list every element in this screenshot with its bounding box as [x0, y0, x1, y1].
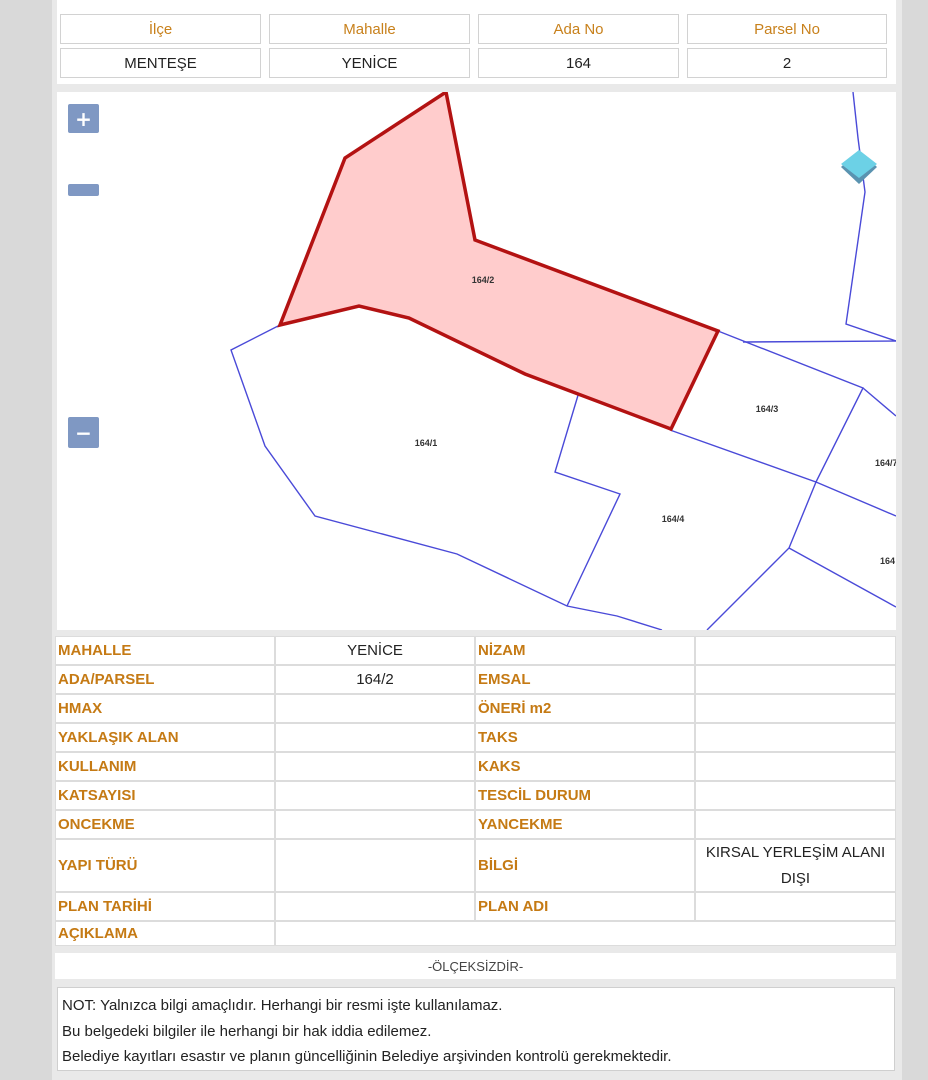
- note-line-3: Belediye kayıtları esastır ve planın gün…: [62, 1048, 672, 1065]
- info-value-right: KIRSAL YERLEŞİM ALANI DIŞI: [695, 839, 896, 892]
- info-value-left: [275, 694, 475, 723]
- info-label-right: YANCEKME: [475, 810, 695, 839]
- info-value-right: [695, 892, 896, 921]
- info-label-left: PLAN TARİHİ: [55, 892, 275, 921]
- info-label-left: YAPI TÜRÜ: [55, 839, 275, 892]
- info-label-right: TAKS: [475, 723, 695, 752]
- value-mahalle: YENİCE: [269, 48, 470, 78]
- scale-note: -ÖLÇEKSİZDİR-: [55, 953, 896, 979]
- info-value-left: [275, 723, 475, 752]
- info-label-left: ONCEKME: [55, 810, 275, 839]
- info-value-right: [695, 752, 896, 781]
- info-value-left: [275, 892, 475, 921]
- value-parsel-no: 2: [687, 48, 887, 78]
- label-164-4: 164/4: [662, 514, 685, 524]
- info-label-right: BİLGİ: [475, 839, 695, 892]
- info-label-left: ADA/PARSEL: [55, 665, 275, 694]
- map-canvas: 164/2 164/1 164/3 164/4 164/7 164: [230, 92, 896, 630]
- info-value-left: 164/2: [275, 665, 475, 694]
- info-value-left: [275, 839, 475, 892]
- info-value-right: [695, 723, 896, 752]
- value-ilce: MENTEŞE: [60, 48, 261, 78]
- label-164-7: 164/7: [875, 458, 896, 468]
- info-value-right: [695, 781, 896, 810]
- note-line-1: NOT: Yalnızca bilgi amaçlıdır. Herhangi …: [62, 997, 503, 1014]
- header-parsel-no: Parsel No: [687, 14, 887, 44]
- zoom-out-button[interactable]: −: [68, 417, 99, 448]
- zoom-in-button[interactable]: +: [68, 104, 99, 133]
- parcel-164-4-left-edge: [554, 391, 621, 607]
- label-164-x: 164: [880, 556, 895, 566]
- info-label-aciklama: AÇIKLAMA: [55, 921, 275, 946]
- parcel-north-east-edge: [845, 92, 896, 342]
- info-label-left: HMAX: [55, 694, 275, 723]
- header-ilce: İlçe: [60, 14, 261, 44]
- header-ada-no: Ada No: [478, 14, 679, 44]
- info-label-right: NİZAM: [475, 636, 695, 665]
- label-164-1: 164/1: [415, 438, 438, 448]
- info-value-right: [695, 694, 896, 723]
- parcel-164-3-top-edge: [742, 340, 896, 343]
- info-label-right: EMSAL: [475, 665, 695, 694]
- info-value-left: [275, 810, 475, 839]
- parcel-164-7-outline: [862, 387, 896, 417]
- info-value-right: [695, 665, 896, 694]
- zoom-slider-handle[interactable]: [68, 184, 99, 196]
- note-line-2: Bu belgedeki bilgiler ile herhangi bir h…: [62, 1022, 432, 1040]
- info-value-right: [695, 636, 896, 665]
- info-label-right: KAKS: [475, 752, 695, 781]
- info-label-right: PLAN ADI: [475, 892, 695, 921]
- info-value-left: [275, 752, 475, 781]
- parcel-164-4-right-edge: [706, 481, 817, 630]
- value-ada-no: 164: [478, 48, 679, 78]
- selected-parcel-164-2: [277, 92, 721, 432]
- label-164-2: 164/2: [472, 275, 495, 285]
- info-value-right: [695, 810, 896, 839]
- info-label-right: TESCİL DURUM: [475, 781, 695, 810]
- info-label-left: YAKLAŞIK ALAN: [55, 723, 275, 752]
- info-value-left: [275, 781, 475, 810]
- info-label-left: KULLANIM: [55, 752, 275, 781]
- info-label-left: MAHALLE: [55, 636, 275, 665]
- label-164-3: 164/3: [756, 404, 779, 414]
- info-label-left: KATSAYISI: [55, 781, 275, 810]
- north-marker-icon: [841, 150, 877, 184]
- parcel-map[interactable]: 164/2 164/1 164/3 164/4 164/7 164 + −: [57, 92, 896, 630]
- header-mahalle: Mahalle: [269, 14, 470, 44]
- disclaimer-note: NOT: Yalnızca bilgi amaçlıdır. Herhangi …: [57, 987, 895, 1071]
- parcel-east-edge: [815, 481, 896, 517]
- parcel-info-table: MAHALLE YENİCE NİZAM ADA/PARSEL 164/2 EMSAL HM…: [55, 636, 896, 946]
- info-label-right: ÖNERİ m2: [475, 694, 695, 723]
- parcel-header-table: İlçe Mahalle Ada No Parsel No MENTEŞE YE…: [57, 0, 896, 84]
- info-value-aciklama: [275, 921, 896, 946]
- info-value-left: YENİCE: [275, 636, 475, 665]
